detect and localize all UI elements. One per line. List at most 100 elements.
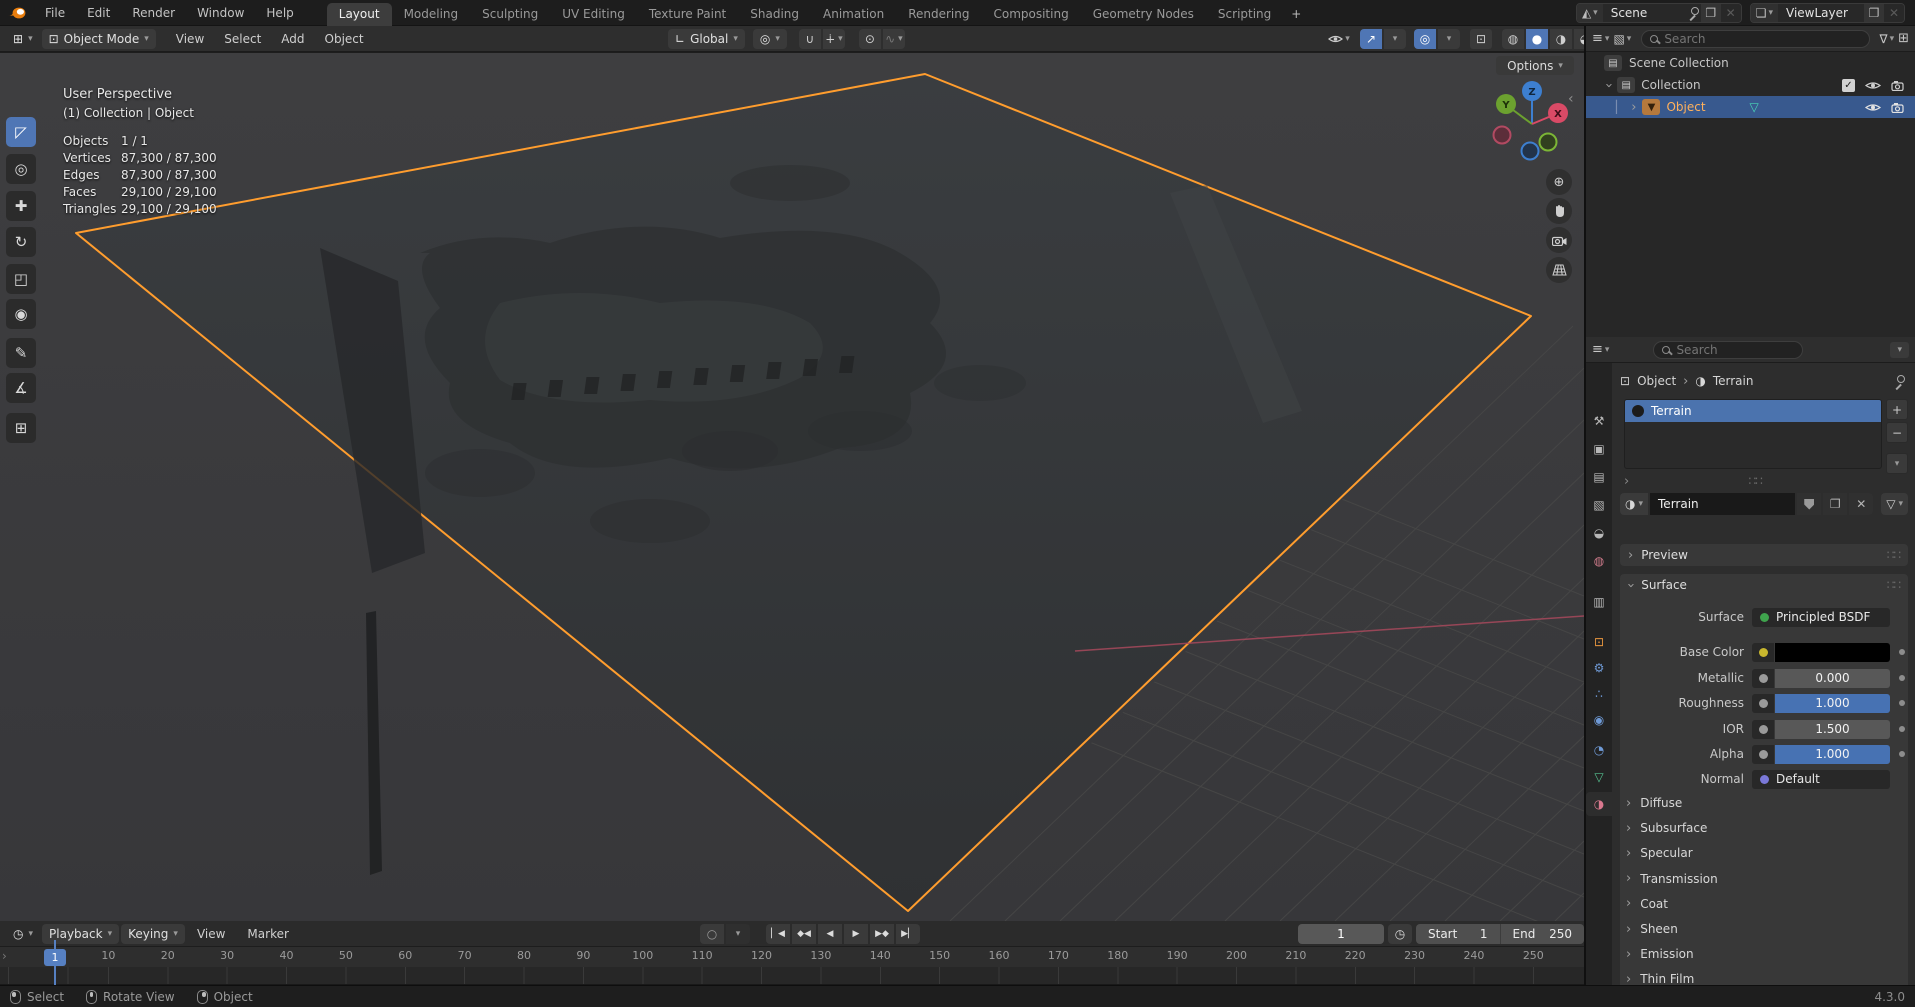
animate-dot-icon[interactable] [1899,649,1905,655]
node-tree-dropdown[interactable]: ▽▾ [1881,493,1908,515]
properties-tab-collection[interactable]: ▥ [1586,590,1612,614]
remove-slot-button[interactable]: − [1886,422,1908,443]
menu-edit[interactable]: Edit [76,6,121,20]
properties-tab-object[interactable]: ⊡ [1586,630,1612,654]
editor-type-dropdown[interactable]: ⊞▾ [6,29,40,49]
tool-rotate[interactable]: ↻ [6,227,36,257]
pin-icon[interactable] [1689,7,1701,19]
properties-tab-material[interactable]: ◑ [1586,792,1612,816]
properties-tab-particles[interactable]: ∴ [1586,682,1612,706]
surface-shader-dropdown[interactable]: Principled BSDF [1752,608,1890,627]
add-workspace-button[interactable]: + [1283,3,1309,26]
properties-tab-view-layer[interactable]: ▧ [1586,493,1612,517]
workspace-tab-layout[interactable]: Layout [327,3,392,26]
properties-tab-output[interactable]: ▤ [1586,465,1612,489]
collection-checkbox[interactable]: ✓ [1842,79,1855,92]
scene-name[interactable]: Scene [1603,6,1689,20]
properties-options-dropdown[interactable]: ▾ [1890,342,1909,358]
play-reverse-button[interactable]: ◀ [818,924,842,944]
shading-material-button[interactable]: ◑ [1550,29,1572,49]
menu-file[interactable]: File [34,6,76,20]
mode-dropdown[interactable]: ⊡ Object Mode▾ [42,29,156,49]
properties-search-input[interactable] [1653,341,1803,359]
tool-add-cube[interactable]: ⊞ [6,413,36,443]
material-slot-list[interactable]: Terrain [1624,399,1882,469]
workspace-tab-geometry-nodes[interactable]: Geometry Nodes [1081,3,1206,26]
jump-to-end-button[interactable]: ▶▏ [896,924,920,944]
surface-panel-header[interactable]: › Surface ∷∷ [1620,574,1908,596]
start-frame-field[interactable]: Start1 [1416,924,1500,944]
animate-dot-icon[interactable] [1899,726,1905,732]
base-color-field[interactable] [1752,643,1890,662]
menu-window[interactable]: Window [186,6,255,20]
viewlayer-selector[interactable]: ❏▾ ViewLayer ❐ ✕ [1750,3,1905,23]
base-color-swatch[interactable] [1775,643,1890,662]
tool-select-box[interactable]: ◸ [6,117,36,147]
fake-user-button[interactable] [1797,493,1821,515]
panel-emission[interactable]: ›Emission [1626,944,1902,964]
outliner-display-mode-dropdown[interactable]: ▧▾ [1613,32,1631,46]
tool-scale[interactable]: ◰ [6,264,36,294]
properties-tab-render[interactable]: ▣ [1586,437,1612,461]
viewport-3d[interactable]: User Perspective (1) Collection | Object… [0,53,1584,921]
pivot-point-dropdown[interactable]: ◎▾ [753,29,787,49]
panel-grip-icon[interactable]: ∷∷ [1887,548,1900,562]
animate-dot-icon[interactable] [1899,675,1905,681]
shading-wireframe-button[interactable]: ◍ [1502,29,1524,49]
sidebar-collapse-icon[interactable]: ‹ [1568,91,1574,107]
perspective-toggle-icon[interactable] [1546,257,1572,283]
next-keyframe-button[interactable]: ▶◆ [870,924,894,944]
preview-panel[interactable]: › Preview ∷∷ [1620,544,1908,566]
browse-material-dropdown[interactable]: ◑▾ [1620,493,1648,515]
workspace-tab-animation[interactable]: Animation [811,3,896,26]
viewlayer-name[interactable]: ViewLayer [1778,6,1864,20]
ior-slider[interactable]: 1.500 [1752,720,1890,739]
stopwatch-icon[interactable]: ◷ [1388,924,1412,944]
menu-select[interactable]: Select [214,32,271,46]
panel-subsurface[interactable]: ›Subsurface [1626,818,1902,838]
properties-editor-dropdown[interactable]: ≡▾ [1592,342,1609,357]
show-overlays-toggle[interactable]: ◎ [1414,29,1436,49]
properties-tab-tool[interactable]: ⚒ [1586,409,1612,433]
viewport-canvas[interactable] [0,53,1584,921]
outliner-search-input[interactable] [1641,30,1869,48]
menu-help[interactable]: Help [255,6,304,20]
properties-tab-scene[interactable]: ◒ [1586,521,1612,545]
material-name-field[interactable]: Terrain [1650,493,1795,515]
metallic-slider[interactable]: 0.000 [1752,669,1890,688]
blender-logo-icon[interactable] [0,5,34,20]
viewlayer-icon[interactable]: ❏▾ [1751,4,1778,22]
pan-hand-icon[interactable] [1546,198,1572,224]
panel-thin-film[interactable]: ›Thin Film [1626,969,1902,985]
menu-object[interactable]: Object [315,32,374,46]
workspace-tab-modeling[interactable]: Modeling [392,3,471,26]
alpha-slider[interactable]: 1.000 [1752,745,1890,764]
timeline-ruler[interactable]: › 11020304050607080901001101201301401501… [0,947,1584,967]
disable-render-camera-icon[interactable] [1891,102,1907,113]
playhead[interactable]: 1 [44,949,66,966]
menu-add[interactable]: Add [271,32,314,46]
new-viewlayer-button[interactable]: ❐ [1864,4,1884,22]
transform-orientation-dropdown[interactable]: ∟ Global▾ [668,29,745,49]
workspace-tab-rendering[interactable]: Rendering [896,3,981,26]
menu-render[interactable]: Render [121,6,186,20]
new-collection-button[interactable]: ⊞ [1898,31,1909,46]
disable-render-camera-icon[interactable] [1891,80,1907,91]
properties-tab-world[interactable]: ◍ [1586,549,1612,573]
outliner-filter-dropdown[interactable]: ∇▾ [1880,32,1895,46]
hide-eye-icon[interactable] [1865,102,1881,113]
breadcrumb-object[interactable]: Object [1637,374,1676,388]
outliner-row-scene-collection[interactable]: ▤ Scene Collection [1586,52,1915,74]
xray-toggle[interactable]: ⊡ [1470,29,1492,49]
proportional-falloff-dropdown[interactable]: ∿▾ [883,29,905,49]
panel-diffuse[interactable]: ›Diffuse [1626,793,1902,813]
workspace-tab-texture-paint[interactable]: Texture Paint [637,3,738,26]
list-resize-grip[interactable]: › ∷∷ [1624,475,1881,487]
value-socket-button[interactable] [1752,720,1774,739]
timeline-track[interactable] [0,967,1584,985]
panel-sheen[interactable]: ›Sheen [1626,919,1902,939]
tool-measure[interactable]: ∡ [6,373,36,403]
material-slot-terrain[interactable]: Terrain [1625,400,1881,422]
timeline-menu-marker[interactable]: Marker [237,927,298,941]
current-frame-field[interactable]: 1 [1298,924,1384,944]
